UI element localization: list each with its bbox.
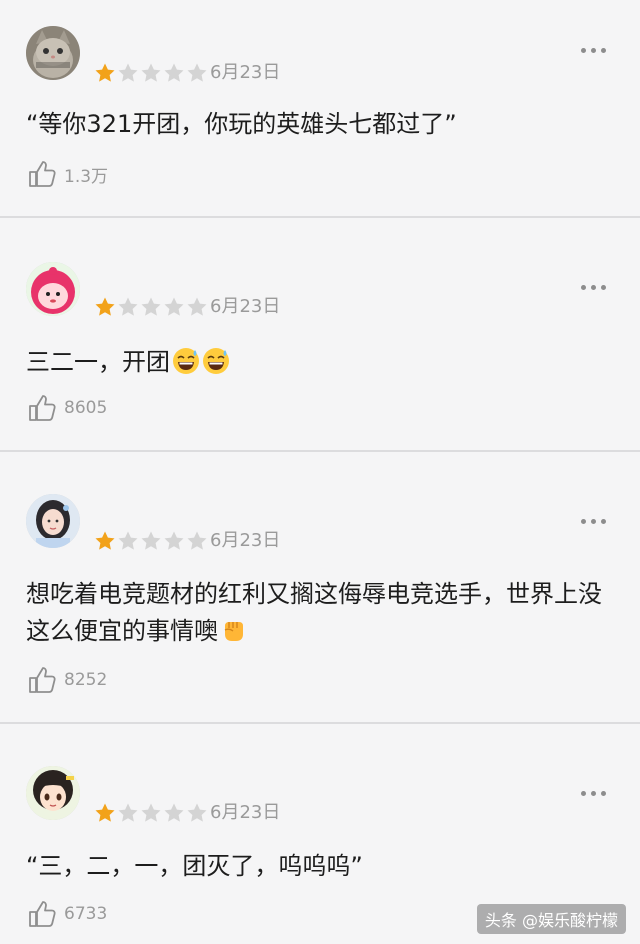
rating-stars xyxy=(94,530,208,552)
star-empty-icon xyxy=(141,63,161,82)
anime-girl-avatar-icon[interactable] xyxy=(26,766,80,820)
star-filled-icon xyxy=(95,63,115,82)
star-empty-icon xyxy=(187,803,207,822)
grin-sweat-emoji xyxy=(173,348,199,374)
star-empty-icon xyxy=(164,803,184,822)
comment-text: “三，二，一，团灭了，呜呜呜” xyxy=(26,852,363,880)
star-empty-icon xyxy=(118,63,138,82)
thumbs-up-icon xyxy=(29,395,56,421)
rating-stars xyxy=(94,296,208,318)
rating-stars xyxy=(94,62,208,84)
comment-date: 6月23日 xyxy=(210,802,281,823)
more-options-icon[interactable] xyxy=(581,285,606,290)
comment-card: 6月23日 想吃着电竞题材的红利又搁这侮辱电竞选手，世界上没这么便宜的事情噢 8… xyxy=(0,452,640,722)
star-empty-icon xyxy=(164,297,184,316)
comment-date: 6月23日 xyxy=(210,62,281,83)
comment-text: “等你321开团，你玩的英雄头七都过了” xyxy=(26,110,457,138)
watermark: 头条 @娱乐酸柠檬 xyxy=(476,904,626,934)
like-count: 6733 xyxy=(64,904,108,924)
thumbs-up-icon xyxy=(29,901,56,927)
star-empty-icon xyxy=(187,531,207,550)
grin-sweat-emoji xyxy=(203,348,229,374)
star-empty-icon xyxy=(141,803,161,822)
star-empty-icon xyxy=(141,531,161,550)
cartoon-red-hood-avatar-icon[interactable] xyxy=(26,262,80,316)
more-options-icon[interactable] xyxy=(581,48,606,53)
thumbs-up-icon xyxy=(29,667,56,693)
star-filled-icon xyxy=(95,531,115,550)
comment-date: 6月23日 xyxy=(210,530,281,551)
rating-stars xyxy=(94,802,208,824)
star-empty-icon xyxy=(118,297,138,316)
thumbs-up-icon xyxy=(29,161,56,187)
fist-emoji xyxy=(224,622,243,641)
like-count: 1.3万 xyxy=(64,166,109,187)
star-empty-icon xyxy=(164,63,184,82)
like-button[interactable]: 8252 xyxy=(26,664,107,696)
girl-photo-avatar-icon[interactable] xyxy=(26,494,80,548)
like-button[interactable]: 1.3万 xyxy=(26,158,108,190)
like-count: 8605 xyxy=(64,398,108,418)
star-empty-icon xyxy=(164,531,184,550)
comment-feed: 6月23日 “等你321开团，你玩的英雄头七都过了” 1.3万 6月23日 三二… xyxy=(0,0,640,944)
more-options-icon[interactable] xyxy=(581,791,606,796)
like-button[interactable]: 6733 xyxy=(26,898,107,930)
comment-card: 6月23日 “等你321开团，你玩的英雄头七都过了” 1.3万 xyxy=(0,0,640,216)
comment-card: 6月23日 三二一，开团 8605 xyxy=(0,218,640,450)
star-filled-icon xyxy=(95,297,115,316)
like-button[interactable]: 8605 xyxy=(26,392,107,424)
star-empty-icon xyxy=(187,297,207,316)
comment-text: 三二一，开团 xyxy=(26,344,616,381)
star-empty-icon xyxy=(141,297,161,316)
cat-avatar-icon[interactable] xyxy=(26,26,80,80)
star-empty-icon xyxy=(187,63,207,82)
comment-date: 6月23日 xyxy=(210,296,281,317)
like-count: 8252 xyxy=(64,670,108,690)
more-options-icon[interactable] xyxy=(581,519,606,524)
star-empty-icon xyxy=(118,803,138,822)
comment-text: 想吃着电竞题材的红利又搁这侮辱电竞选手，世界上没这么便宜的事情噢 xyxy=(26,580,602,645)
star-filled-icon xyxy=(95,803,115,822)
star-empty-icon xyxy=(118,531,138,550)
